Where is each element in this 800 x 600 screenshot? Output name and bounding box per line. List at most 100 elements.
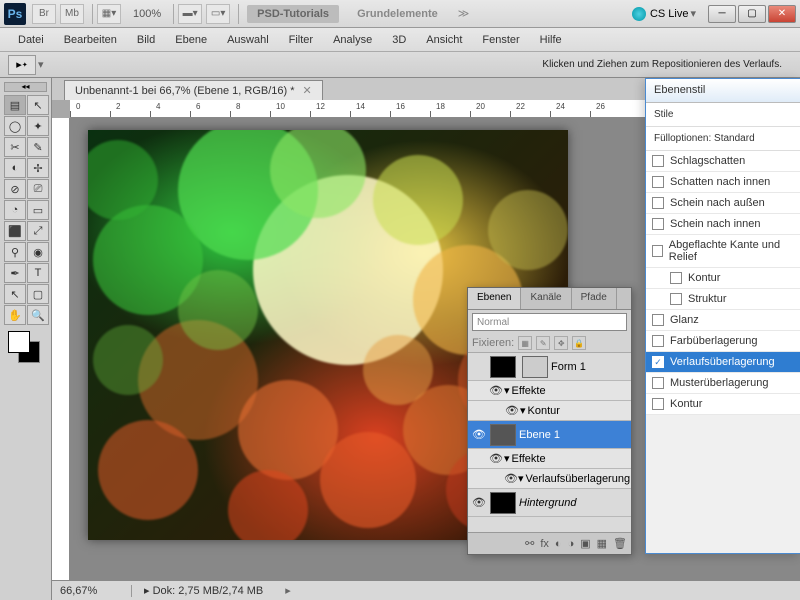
layer-mask-thumbnail[interactable] (522, 356, 548, 378)
style-option[interactable]: Kontur (646, 268, 800, 289)
tool-2[interactable]: ◯ (4, 116, 26, 136)
tool-14[interactable]: ⚲ (4, 242, 26, 262)
style-option[interactable]: Kontur (646, 394, 800, 415)
layer-thumbnail[interactable] (490, 492, 516, 514)
tab-kanaele[interactable]: Kanäle (521, 288, 571, 309)
layer-thumbnail[interactable] (490, 424, 516, 446)
menu-datei[interactable]: Datei (8, 31, 54, 49)
style-option[interactable]: Schein nach außen (646, 193, 800, 214)
layer-row[interactable]: 👁Hintergrund (468, 489, 631, 517)
new-layer-icon[interactable]: ▦ (597, 537, 607, 550)
status-docsize[interactable]: ▸ Dok: 2,75 MB/2,74 MB (132, 584, 275, 597)
style-option[interactable]: Abgeflachte Kante und Relief (646, 235, 800, 268)
style-option[interactable]: Schatten nach innen (646, 172, 800, 193)
minimize-button[interactable]: ─ (708, 5, 736, 23)
cslive-label[interactable]: CS Live (650, 8, 689, 20)
tool-18[interactable]: ↖ (4, 284, 26, 304)
adjustment-layer-icon[interactable]: ◑ (568, 538, 575, 550)
blend-mode-select[interactable]: Normal (472, 313, 627, 331)
color-swatches[interactable] (4, 331, 47, 367)
tool-0[interactable]: ▤ (4, 95, 26, 115)
tool-20[interactable]: ✋ (4, 305, 26, 325)
lock-all-icon[interactable]: 🔒 (572, 336, 586, 350)
lock-pixels-icon[interactable]: ✎ (536, 336, 550, 350)
layer-style-dialog[interactable]: Ebenenstil Stile Fülloptionen: Standard … (645, 78, 800, 554)
menu-auswahl[interactable]: Auswahl (217, 31, 279, 49)
menu-analyse[interactable]: Analyse (323, 31, 382, 49)
tool-15[interactable]: ◉ (27, 242, 49, 262)
menu-bearbeiten[interactable]: Bearbeiten (54, 31, 127, 49)
checkbox[interactable] (670, 293, 682, 305)
menu-fenster[interactable]: Fenster (472, 31, 529, 49)
checkbox[interactable] (652, 377, 664, 389)
close-button[interactable]: ✕ (768, 5, 796, 23)
minibridge-icon[interactable]: Mb (60, 4, 84, 24)
lock-position-icon[interactable]: ✥ (554, 336, 568, 350)
style-option[interactable]: Schein nach innen (646, 214, 800, 235)
checkbox[interactable] (652, 155, 664, 167)
tab-pfade[interactable]: Pfade (572, 288, 617, 309)
style-option[interactable]: Struktur (646, 289, 800, 310)
tool-21[interactable]: 🔍 (27, 305, 49, 325)
menu-hilfe[interactable]: Hilfe (530, 31, 572, 49)
status-zoom[interactable]: 66,67% (52, 585, 132, 597)
visibility-icon[interactable]: 👁 (504, 404, 520, 417)
tab-ebenen[interactable]: Ebenen (468, 288, 521, 309)
visibility-icon[interactable]: 👁 (471, 496, 487, 509)
checkbox[interactable] (652, 314, 664, 326)
link-layers-icon[interactable]: ⚯ (525, 537, 534, 550)
layer-row[interactable]: 👁Ebene 1 (468, 421, 631, 449)
tool-1[interactable]: ↖ (27, 95, 49, 115)
current-tool-icon[interactable]: ▸✦ (8, 55, 36, 75)
checkbox[interactable]: ✓ (652, 356, 664, 368)
menu-3d[interactable]: 3D (382, 31, 416, 49)
checkbox[interactable] (670, 272, 682, 284)
checkbox[interactable] (652, 197, 664, 209)
tool-5[interactable]: ✎ (27, 137, 49, 157)
visibility-icon[interactable]: 👁 (504, 472, 518, 485)
menu-bild[interactable]: Bild (127, 31, 165, 49)
tool-16[interactable]: ✒ (4, 263, 26, 283)
tool-4[interactable]: ✂ (4, 137, 26, 157)
menu-filter[interactable]: Filter (279, 31, 323, 49)
document-tab[interactable]: Unbenannt-1 bei 66,7% (Ebene 1, RGB/16) … (64, 80, 323, 100)
screenmode-icon[interactable]: ▭▾ (206, 4, 230, 24)
layer-row[interactable]: Form 1 (468, 353, 631, 381)
tool-8[interactable]: ⊘ (4, 179, 26, 199)
tool-12[interactable]: ⬛ (4, 221, 26, 241)
lock-transparency-icon[interactable]: ▦ (518, 336, 532, 350)
ruler-vertical[interactable] (52, 118, 70, 580)
view-extras-icon[interactable]: ▦▾ (97, 4, 121, 24)
style-option[interactable]: ✓Verlaufsüberlagerung (646, 352, 800, 373)
style-option[interactable]: Musterüberlagerung (646, 373, 800, 394)
layers-panel[interactable]: Ebenen Kanäle Pfade Normal Fixieren: ▦ ✎… (467, 287, 632, 555)
close-tab-icon[interactable]: ✕ (303, 84, 312, 97)
zoom-level[interactable]: 100% (133, 8, 161, 20)
layer-mask-icon[interactable]: ◐ (555, 538, 562, 550)
layer-row[interactable]: 👁▾ Effekte (468, 449, 631, 469)
delete-layer-icon[interactable]: 🗑 (613, 537, 627, 550)
app-logo[interactable]: Ps (4, 3, 26, 25)
workspace-psd-tutorials[interactable]: PSD-Tutorials (247, 5, 339, 23)
checkbox[interactable] (652, 245, 663, 257)
tool-13[interactable]: ⤢ (27, 221, 49, 241)
visibility-icon[interactable]: 👁 (471, 428, 487, 441)
layer-fx-icon[interactable]: fx (540, 538, 549, 550)
tool-9[interactable]: ⎚ (27, 179, 49, 199)
layer-group-icon[interactable]: ▣ (580, 537, 590, 550)
checkbox[interactable] (652, 218, 664, 230)
workspace-grundelemente[interactable]: Grundelemente (347, 5, 448, 23)
tool-19[interactable]: ▢ (27, 284, 49, 304)
visibility-icon[interactable]: 👁 (488, 452, 504, 465)
fill-options-heading[interactable]: Fülloptionen: Standard (646, 127, 800, 151)
visibility-icon[interactable]: 👁 (488, 384, 504, 397)
foreground-color[interactable] (8, 331, 30, 353)
style-option[interactable]: Glanz (646, 310, 800, 331)
checkbox[interactable] (652, 398, 664, 410)
style-option[interactable]: Farbüberlagerung (646, 331, 800, 352)
menu-ebene[interactable]: Ebene (165, 31, 217, 49)
tool-collapse[interactable]: ◂◂ (4, 82, 47, 92)
tool-10[interactable]: ◔ (4, 200, 26, 220)
tool-11[interactable]: ▭ (27, 200, 49, 220)
arrange-icon[interactable]: ▬▾ (178, 4, 202, 24)
